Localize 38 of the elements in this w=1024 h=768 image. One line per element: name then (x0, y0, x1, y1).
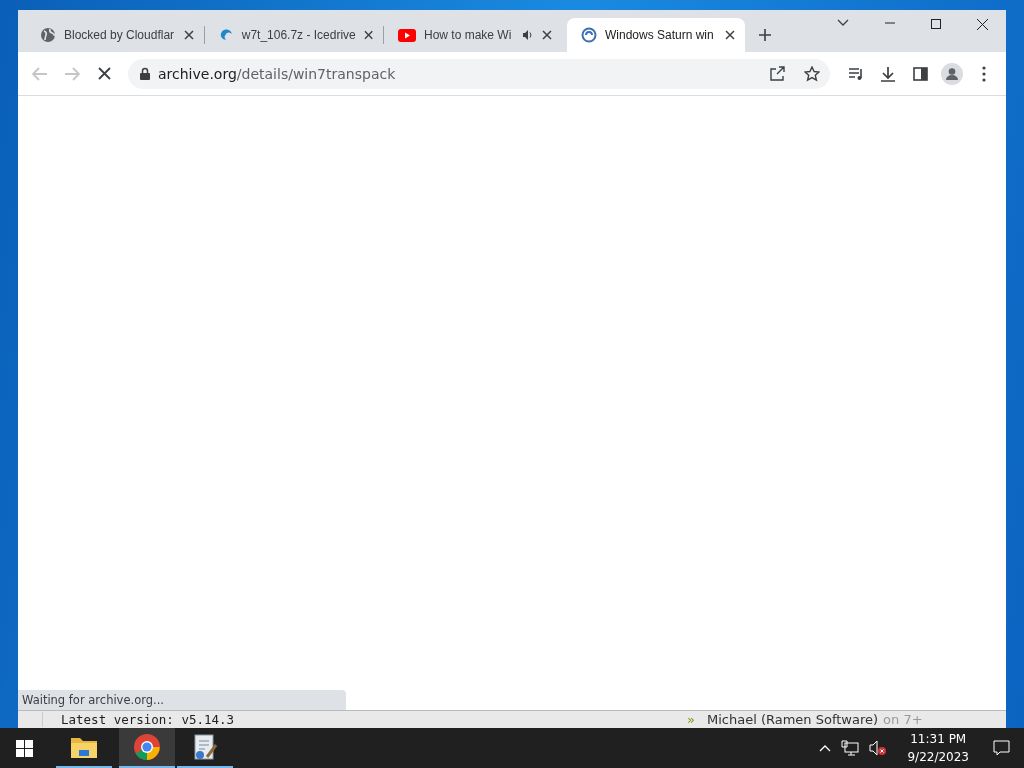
download-icon[interactable] (880, 65, 896, 82)
side-panel-icon[interactable] (912, 66, 928, 81)
browser-tab[interactable]: w7t_106.7z - Icedrive (205, 18, 383, 52)
close-icon[interactable] (363, 30, 373, 40)
notification-icon[interactable] (993, 740, 1010, 756)
browser-tab[interactable]: Windows Saturn win (567, 18, 745, 52)
chrome-icon[interactable] (133, 733, 161, 761)
close-icon[interactable] (542, 30, 552, 40)
media-queue-icon[interactable] (848, 66, 864, 81)
tools-document-icon[interactable] (191, 733, 219, 761)
status-bubble: Waiting for archive.org... (18, 690, 346, 710)
menu-icon[interactable] (982, 65, 986, 82)
bullet-mark: » (687, 712, 695, 727)
address-bar[interactable]: archive.org/details/win7transpack (128, 58, 830, 89)
speaker-icon[interactable] (522, 29, 534, 41)
start-icon[interactable] (15, 739, 33, 757)
author-link[interactable]: Michael (Ramen Software) (706, 712, 879, 727)
version-text: Latest version: v5.14.3 (42, 712, 641, 727)
browser-tab[interactable]: Blocked by Cloudflar (26, 18, 204, 52)
swirl-icon (219, 27, 234, 43)
close-icon[interactable] (184, 30, 194, 40)
close-icon[interactable] (725, 30, 735, 40)
network-icon[interactable] (841, 740, 860, 756)
stop-icon[interactable] (97, 67, 111, 80)
play-logo-icon (398, 28, 416, 42)
share-icon[interactable] (770, 66, 786, 81)
taskbar-app[interactable] (119, 728, 175, 768)
profile-icon[interactable] (941, 62, 963, 85)
plus-icon[interactable] (759, 29, 771, 41)
folder-icon[interactable] (70, 735, 98, 759)
star-icon[interactable] (804, 65, 820, 82)
globe-icon (40, 27, 56, 43)
browser-tab[interactable]: How to make Wi (384, 18, 562, 52)
chevron-up-icon[interactable] (819, 744, 832, 752)
muted-speaker-icon[interactable] (869, 740, 888, 756)
comment-text: on 7+ (883, 712, 923, 727)
lock-icon[interactable] (140, 67, 150, 80)
clock[interactable]: 11:31 PM 9/22/2023 (907, 730, 969, 766)
